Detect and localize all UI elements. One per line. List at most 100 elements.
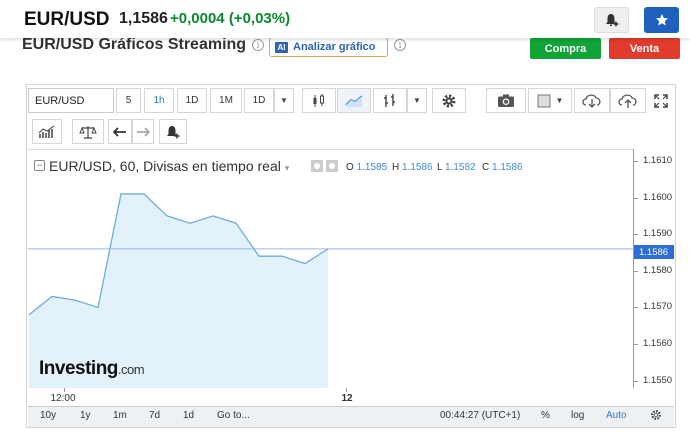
sell-button[interactable]: Venta (609, 38, 680, 59)
studies-button[interactable] (32, 119, 62, 144)
interval-selector[interactable]: 1D (244, 88, 274, 113)
y-tick-label: 1.1550 (643, 374, 673, 386)
x-tick-label: 12:00 (50, 393, 76, 404)
range-10y[interactable]: 10y (40, 410, 56, 421)
settings-button[interactable] (432, 88, 466, 113)
y-tick-mark (633, 270, 638, 272)
range-1y[interactable]: 1y (80, 410, 91, 421)
bottom-settings-button[interactable] (650, 409, 662, 424)
percent-scale-toggle[interactable]: % (541, 410, 550, 421)
quote-header: EUR/USD 1,1586 +0,0004 (+0,03%) (0, 0, 690, 38)
symbol-input[interactable]: EUR/USD (28, 88, 114, 113)
legend-collapse-button[interactable]: − (34, 160, 45, 171)
info-icon[interactable]: i (394, 39, 406, 51)
ohlc-high-key: H (392, 162, 400, 173)
ohlc-open-key: O (346, 162, 354, 173)
y-tick-label: 1.1610 (643, 154, 673, 166)
logo-suffix: .com (117, 362, 145, 377)
cloud-upload-icon (618, 93, 637, 108)
auto-scale-toggle[interactable]: Auto (606, 410, 627, 421)
page-title: EUR/USD Gráficos Streaming (22, 36, 247, 53)
change-percent: (+0,03%) (228, 10, 291, 27)
ohlc-low-value: 1.1582 (444, 162, 476, 173)
area-style-button[interactable] (337, 88, 371, 113)
info-icon[interactable]: i (252, 39, 264, 51)
y-tick-label: 1.1580 (643, 264, 673, 276)
undo-button[interactable] (108, 119, 132, 144)
legend-title-text: EUR/USD, 60, Divisas en tiempo real (49, 158, 281, 174)
chevron-down-icon: ▼ (555, 96, 564, 105)
logo-brand: Investing (39, 358, 118, 379)
indicators-button[interactable] (373, 88, 407, 113)
candles-style-button[interactable] (302, 88, 336, 113)
add-favorite-button[interactable] (644, 7, 679, 33)
redo-button[interactable] (132, 119, 154, 144)
create-alert-button[interactable] (159, 119, 187, 144)
interval-1m[interactable]: 1M (210, 88, 242, 113)
square-icon (537, 94, 551, 107)
goto-date-button[interactable]: Go to... (217, 410, 250, 421)
ohlc-open: O 1.1585 (346, 162, 387, 173)
interval-1h[interactable]: 1h (144, 88, 174, 113)
ohlc-high-value: 1.1586 (402, 162, 433, 173)
analyze-chart-button[interactable]: AI Analizar gráfico (269, 37, 388, 57)
analyze-chart-label: Analizar gráfico (293, 41, 376, 53)
gear-icon (442, 94, 456, 107)
price-chart[interactable] (28, 150, 633, 388)
compare-button[interactable] (72, 119, 104, 144)
clock-time: 00:44:27 (UTC+1) (440, 410, 521, 421)
interval-dropdown-button[interactable]: ▼ (274, 88, 294, 113)
x-tick-label: 12 (341, 393, 353, 404)
load-chart-button[interactable] (574, 88, 610, 113)
bell-plus-icon (605, 14, 618, 27)
screenshot-button[interactable] (486, 88, 526, 113)
x-tick-mark (346, 388, 348, 392)
chevron-down-icon: ▼ (280, 96, 288, 105)
save-chart-button[interactable] (610, 88, 646, 113)
y-tick-mark (633, 380, 638, 382)
ohlc-close-value: 1.1586 (492, 162, 523, 173)
indicator-chart-icon (38, 125, 55, 138)
ohlc-low: L 1.1582 (437, 162, 476, 173)
interval-1d[interactable]: 1D (177, 88, 207, 113)
ohlc-close: C 1.1586 (482, 162, 523, 173)
y-tick-label: 1.1570 (643, 301, 673, 313)
range-7d[interactable]: 7d (149, 410, 160, 421)
undo-icon (113, 126, 126, 137)
investing-logo: Investing.com (39, 358, 145, 380)
y-tick-mark (633, 234, 638, 236)
log-scale-toggle[interactable]: log (571, 410, 584, 421)
star-icon (655, 14, 668, 26)
pair-name: EUR/USD (24, 9, 110, 30)
y-tick-mark (633, 160, 638, 162)
ai-badge: AI (275, 41, 288, 53)
bell-plus-icon (167, 125, 180, 138)
ohlc-low-key: L (437, 162, 443, 173)
chevron-down-icon: ▼ (413, 96, 421, 105)
ohlc-open-value: 1.1585 (356, 162, 388, 173)
cloud-download-icon (582, 93, 601, 108)
ohlc-close-key: C (482, 162, 490, 173)
y-tick-label: 1.1560 (643, 338, 673, 350)
legend-controls[interactable] (311, 160, 339, 172)
add-alert-button[interactable] (594, 7, 629, 33)
ohlc-high: H 1.1586 (392, 162, 433, 173)
chart-type-dropdown[interactable]: ▼ (407, 88, 427, 113)
camera-icon (498, 94, 514, 107)
range-1d[interactable]: 1d (183, 410, 194, 421)
scale-icon (79, 125, 97, 139)
layout-selector[interactable]: ▼ (528, 88, 572, 113)
expand-icon (654, 93, 668, 108)
buy-button[interactable]: Compra (530, 38, 601, 59)
interval-5[interactable]: 5 (116, 88, 141, 113)
area-chart-icon (345, 94, 363, 107)
gear-icon (651, 410, 661, 420)
y-tick-label: 1.1590 (643, 228, 673, 240)
change-value: +0,0004 (170, 10, 225, 27)
last-price: 1,1586 (119, 10, 168, 27)
fullscreen-button[interactable] (648, 88, 674, 113)
redo-icon (137, 126, 150, 137)
candlestick-icon (313, 93, 324, 107)
range-1m[interactable]: 1m (113, 410, 127, 421)
last-price-label: 1.1586 (634, 245, 674, 259)
